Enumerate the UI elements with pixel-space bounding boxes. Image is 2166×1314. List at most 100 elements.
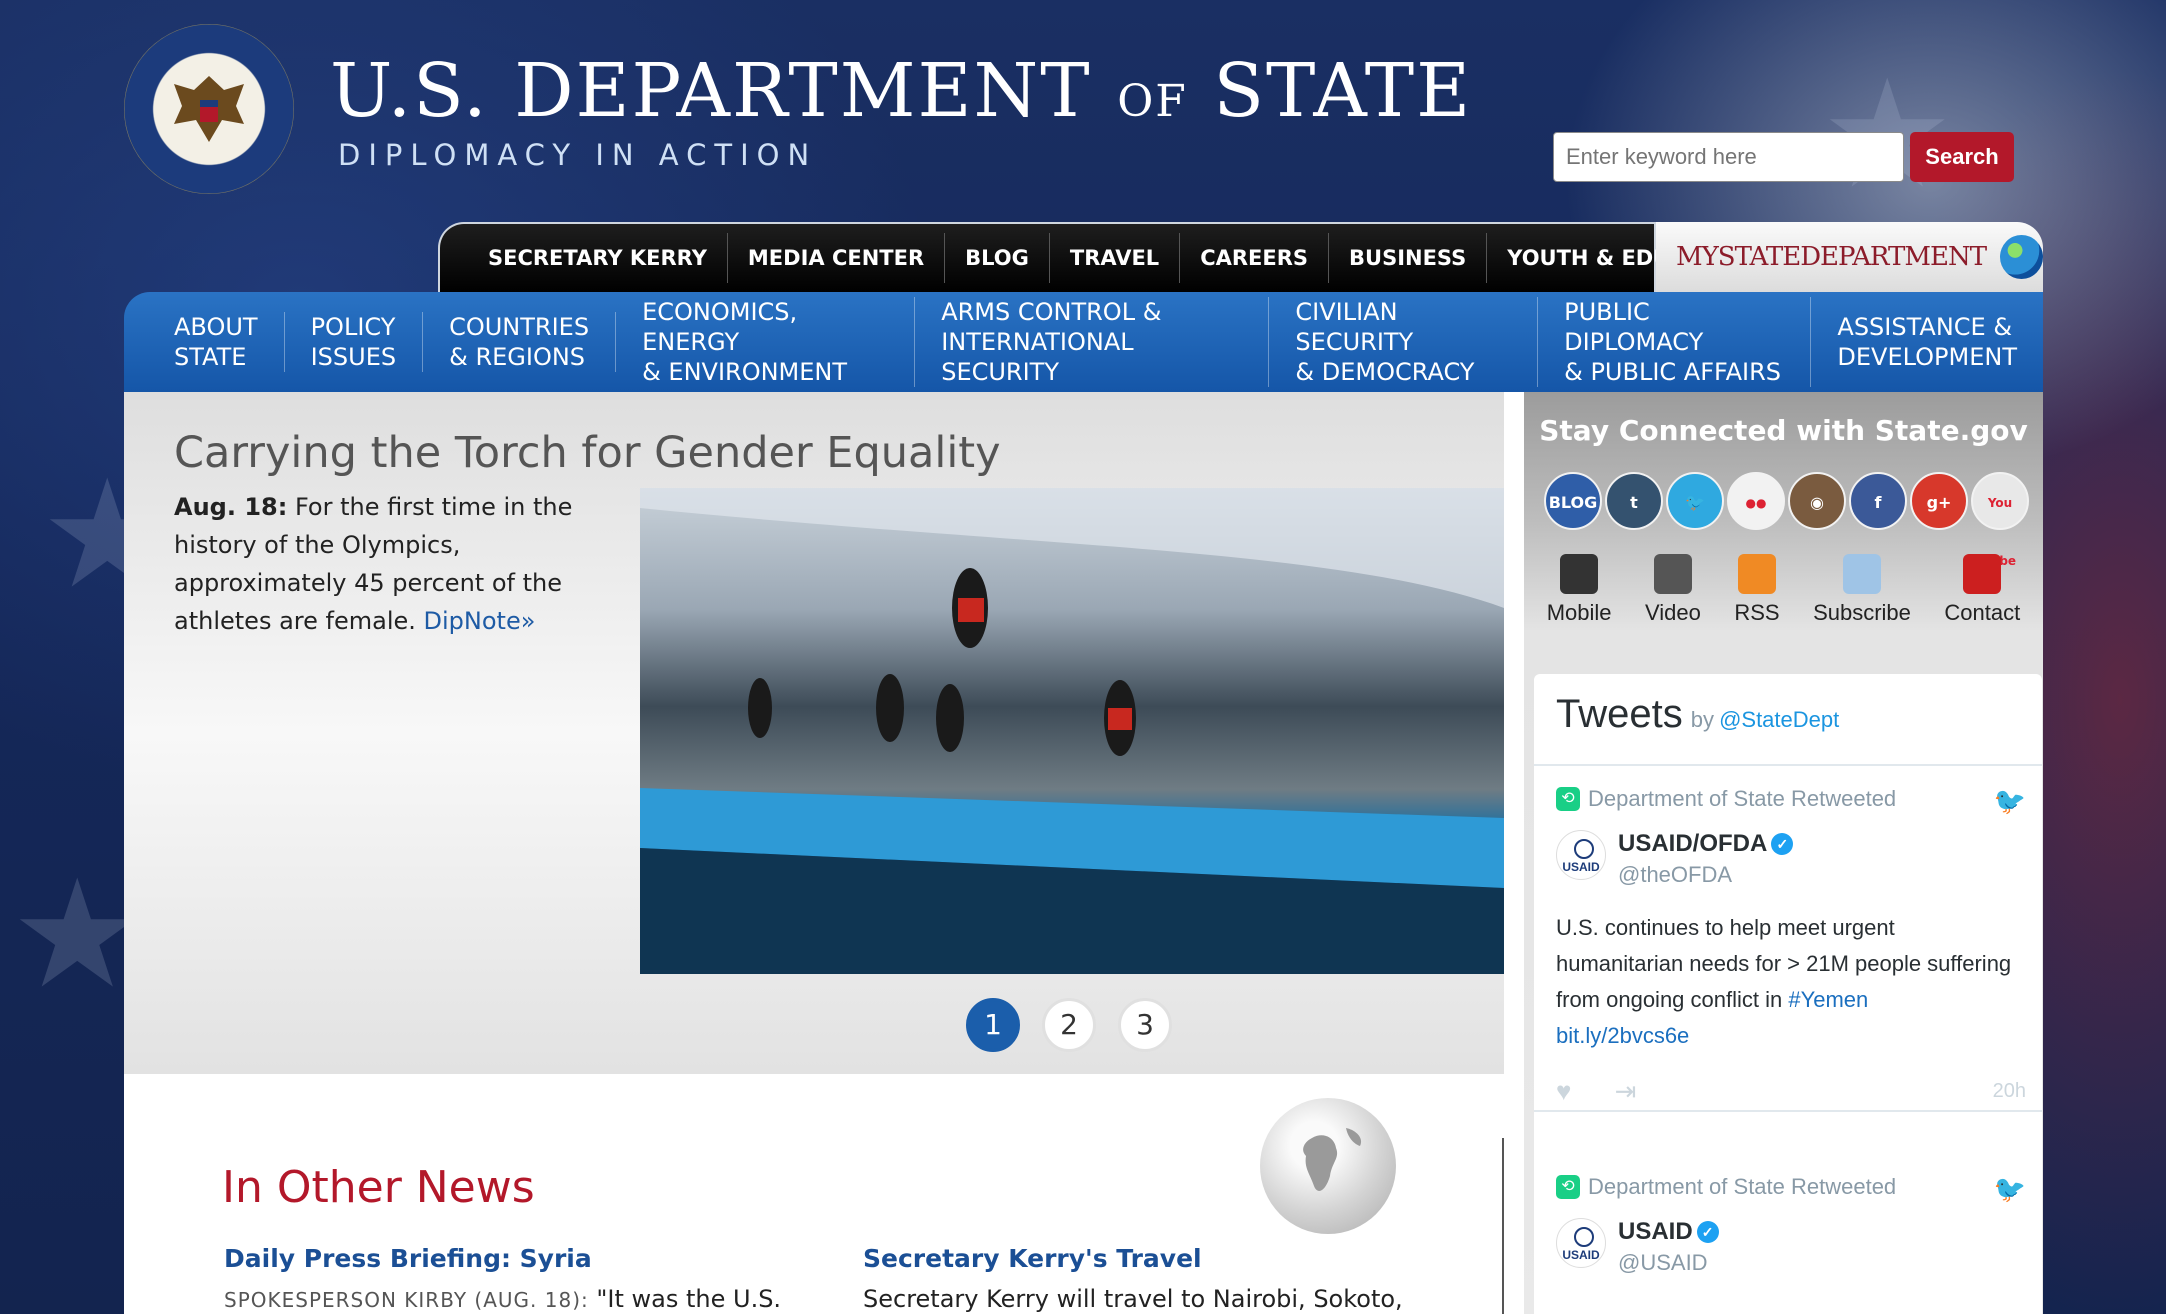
search-input[interactable]: [1553, 132, 1904, 182]
avatar: USAID: [1556, 1218, 1606, 1268]
news-snippet: SPOKESPERSON KIRBY (AUG. 18): "It was th…: [224, 1285, 781, 1313]
globe-icon: [2000, 235, 2043, 279]
topnav-item[interactable]: BUSINESS: [1329, 233, 1488, 283]
hero-date: Aug. 18:: [174, 493, 288, 521]
mainnav-item[interactable]: POLICY ISSUES: [285, 312, 424, 372]
utility-label: RSS: [1734, 600, 1780, 625]
googleplus-icon[interactable]: g+: [1910, 472, 1968, 530]
retweet-label: Department of State Retweeted: [1588, 786, 1897, 811]
divider: [1534, 764, 2042, 766]
site-title-part: U.S. DEPARTMENT: [330, 48, 1118, 134]
hashtag-link[interactable]: #Yemen: [1788, 987, 1868, 1012]
mainnav-item[interactable]: CIVILIAN SECURITY & DEMOCRACY: [1269, 297, 1539, 387]
utility-link[interactable]: Subscribe: [1813, 554, 1911, 626]
carousel-dot[interactable]: 2: [1042, 998, 1096, 1052]
utility-link[interactable]: RSS: [1734, 554, 1780, 626]
facebook-icon[interactable]: f: [1849, 472, 1907, 530]
dipnote-link[interactable]: DipNote»: [424, 607, 536, 635]
news-item: Secretary Kerry's Travel Secretary Kerry…: [863, 1244, 1403, 1313]
carousel-dot[interactable]: 1: [966, 998, 1020, 1052]
tweet-time[interactable]: 20h: [1993, 1080, 2026, 1103]
utility-links: Mobile Video RSS Subscribe Contact: [1524, 554, 2043, 626]
hero-photo[interactable]: [640, 488, 1504, 974]
twitter-bird-icon: 🐦: [1993, 786, 2026, 816]
tweet[interactable]: ⟲ Department of State Retweeted 🐦 USAID U…: [1556, 786, 2026, 1106]
tweets-handle-link[interactable]: @StateDept: [1719, 707, 1839, 732]
share-icon[interactable]: ⇥: [1615, 1076, 1637, 1106]
stay-connected-heading: Stay Connected with State.gov: [1539, 414, 2028, 447]
utility-label: Mobile: [1546, 600, 1612, 625]
eagle-icon: [174, 76, 244, 142]
news-meta: SPOKESPERSON KIRBY (AUG. 18):: [224, 1288, 589, 1312]
like-icon[interactable]: ♥: [1556, 1076, 1571, 1106]
youtube-icon[interactable]: You Tube: [1971, 472, 2029, 568]
mainnav-item[interactable]: ARMS CONTROL & INTERNATIONAL SECURITY: [915, 297, 1270, 387]
news-headline-link[interactable]: Daily Press Briefing: Syria: [224, 1244, 781, 1273]
author-name: USAID/OFDA ✓: [1618, 830, 1794, 858]
flickr-icon[interactable]: ●●: [1727, 472, 1785, 530]
verified-icon: ✓: [1771, 833, 1794, 855]
tweet-text: U.S. continues to help meet urgent human…: [1556, 915, 2012, 1012]
site-title[interactable]: U.S. DEPARTMENT OF STATE: [330, 48, 1472, 134]
carousel-pagination: 123: [966, 998, 1194, 1052]
news-headline-link[interactable]: Secretary Kerry's Travel: [863, 1244, 1403, 1273]
retweet-label: Department of State Retweeted: [1588, 1174, 1897, 1199]
site-tagline: DIPLOMACY IN ACTION: [338, 138, 818, 172]
hero-title[interactable]: Carrying the Torch for Gender Equality: [174, 428, 1001, 478]
author-name-text: USAID: [1618, 1218, 1693, 1245]
topnav-item[interactable]: CAREERS: [1180, 233, 1330, 283]
mainnav-item[interactable]: COUNTRIES & REGIONS: [423, 312, 617, 372]
utility-label: Video: [1645, 600, 1701, 625]
search-button[interactable]: Search: [1910, 132, 2014, 182]
tweets-title: Tweets: [1556, 692, 1683, 736]
tweet-actions: ♥ ⇥ 20h: [1556, 1076, 2026, 1107]
utility-link[interactable]: Mobile: [1547, 554, 1612, 626]
site-title-part: STATE: [1187, 48, 1473, 134]
blog-icon[interactable]: BLOG: [1544, 472, 1602, 530]
tweet-author[interactable]: USAID USAID ✓ @USAID: [1556, 1218, 1719, 1276]
sidebar: Stay Connected with State.gov BLOG t 🐦 ●● ◉ f…: [1524, 392, 2043, 1314]
retweet-icon: ⟲: [1556, 787, 1580, 811]
top-navigation: SECRETARY KERRY MEDIA CENTER BLOG TRAVEL CAR…: [438, 222, 1758, 292]
mainnav-item[interactable]: PUBLIC DIPLOMACY & PUBLIC AFFAIRS: [1538, 297, 1812, 387]
tumblr-icon[interactable]: t: [1605, 472, 1663, 530]
tweet[interactable]: ⟲ Department of State Retweeted 🐦 USAID U…: [1556, 1174, 2026, 1314]
carousel-dot[interactable]: 3: [1118, 998, 1172, 1052]
department-seal-logo[interactable]: [124, 24, 294, 194]
topnav-item[interactable]: MEDIA CENTER: [728, 233, 946, 283]
twitter-bird-icon: 🐦: [1993, 1174, 2026, 1204]
utility-label: Subscribe: [1813, 600, 1911, 625]
tweet-body: U.S. continues to help meet urgent human…: [1556, 910, 2026, 1054]
main-content: Carrying the Torch for Gender Equality A…: [124, 392, 2043, 1314]
author-text: USAID/OFDA ✓ @theOFDA: [1618, 830, 1794, 888]
verified-icon: ✓: [1696, 1221, 1719, 1243]
retweet-icon: ⟲: [1556, 1175, 1580, 1199]
hero-carousel: Carrying the Torch for Gender Equality A…: [124, 392, 1504, 1074]
news-item: Daily Press Briefing: Syria SPOKESPERSON…: [224, 1244, 781, 1313]
social-icons: BLOGt🐦●●◉fg+You Tube: [1544, 472, 2032, 568]
author-name: USAID ✓: [1618, 1218, 1719, 1246]
mobile-icon: [1560, 554, 1599, 594]
rss-icon: [1737, 554, 1776, 594]
main-navigation: ABOUT STATE POLICY ISSUES COUNTRIES & REGI…: [124, 292, 2043, 392]
utility-link[interactable]: Video: [1645, 554, 1701, 626]
mystate-department-link[interactable]: MYSTATEDEPARTMENT: [1656, 222, 2043, 292]
tweets-header: Tweets by @StateDept: [1556, 692, 1839, 737]
mainnav-item[interactable]: ECONOMICS, ENERGY & ENVIRONMENT: [616, 297, 916, 387]
site-title-of: OF: [1117, 76, 1188, 127]
at-icon: [1963, 554, 2002, 594]
topnav-item[interactable]: TRAVEL: [1050, 233, 1181, 283]
mainnav-item[interactable]: ABOUT STATE: [174, 312, 285, 372]
topnav-item[interactable]: SECRETARY KERRY: [468, 233, 728, 283]
mainnav-item[interactable]: ASSISTANCE & DEVELOPMENT: [1811, 312, 2043, 372]
instagram-icon[interactable]: ◉: [1788, 472, 1846, 530]
url-link[interactable]: bit.ly/2bvcs6e: [1556, 1023, 1689, 1048]
topnav-item[interactable]: BLOG: [945, 233, 1050, 283]
avatar: USAID: [1556, 830, 1606, 880]
twitter-timeline: Tweets by @StateDept ⟲ Department of State…: [1534, 674, 2042, 1314]
twitter-icon[interactable]: 🐦: [1666, 472, 1724, 530]
tweet-author[interactable]: USAID USAID/OFDA ✓ @theOFDA: [1556, 830, 1794, 888]
author-handle: @theOFDA: [1618, 862, 1733, 887]
utility-label: Contact: [1944, 600, 2021, 625]
utility-link[interactable]: Contact: [1944, 554, 2020, 626]
